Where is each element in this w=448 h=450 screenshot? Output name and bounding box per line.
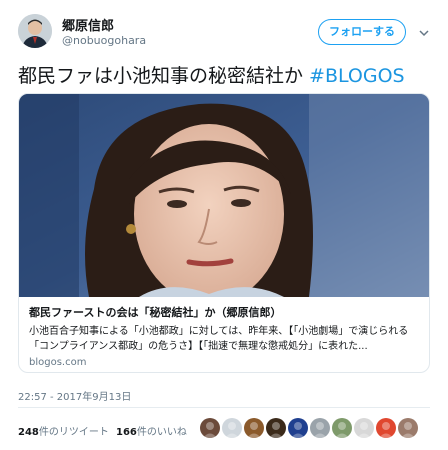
tweet-timestamp[interactable]: 22:57 - 2017年9月13日 bbox=[18, 388, 131, 403]
card-title: 都民ファーストの会は「秘密結社」か（郷原信郎） bbox=[29, 306, 282, 319]
tweet-stats: 248件のリツイート 166件のいいね bbox=[18, 418, 430, 442]
liker-avatar[interactable] bbox=[244, 418, 264, 438]
author-name[interactable]: 郷原信郎 bbox=[62, 15, 114, 34]
liker-avatar[interactable] bbox=[266, 418, 286, 438]
liker-avatar[interactable] bbox=[222, 418, 242, 438]
liker-avatar[interactable] bbox=[288, 418, 308, 438]
retweet-count: 248 bbox=[18, 427, 39, 438]
like-stat[interactable]: 166件のいいね bbox=[116, 423, 187, 438]
hashtag-link[interactable]: #BLOGOS bbox=[309, 65, 405, 87]
liker-avatar[interactable] bbox=[398, 418, 418, 438]
like-label: 件のいいね bbox=[136, 427, 187, 438]
chevron-down-icon[interactable] bbox=[418, 24, 430, 37]
retweet-label: 件のリツイート bbox=[38, 427, 109, 438]
liker-avatar[interactable] bbox=[354, 418, 374, 438]
tweet-text: 都民ファは小池知事の秘密結社か #BLOGOS bbox=[18, 64, 432, 88]
card-image[interactable] bbox=[19, 94, 429, 304]
card-body: 都民ファーストの会は「秘密結社」か（郷原信郎） 小池百合子知事による「小池都政」… bbox=[19, 297, 429, 372]
tweet-body-text: 都民ファは小池知事の秘密結社か bbox=[18, 65, 310, 87]
author-handle[interactable]: @nobuogohara bbox=[62, 34, 146, 47]
link-card[interactable]: 都民ファーストの会は「秘密結社」か（郷原信郎） 小池百合子知事による「小池都政」… bbox=[18, 93, 430, 373]
like-count: 166 bbox=[116, 427, 137, 438]
liker-avatar[interactable] bbox=[376, 418, 396, 438]
follow-button[interactable]: フォローする bbox=[318, 19, 406, 45]
liker-avatar[interactable] bbox=[310, 418, 330, 438]
author-avatar[interactable] bbox=[18, 14, 52, 48]
tweet-header: 郷原信郎 @nobuogohara フォローする bbox=[18, 14, 432, 54]
divider bbox=[18, 407, 430, 408]
card-description: 小池百合子知事による「小池都政」に対しては、昨年来、【「小池劇場」で演じられる「… bbox=[29, 326, 409, 352]
retweet-stat[interactable]: 248件のリツイート bbox=[18, 423, 109, 438]
liker-avatar[interactable] bbox=[332, 418, 352, 438]
liker-avatar[interactable] bbox=[200, 418, 220, 438]
card-domain: blogos.com bbox=[29, 357, 87, 368]
